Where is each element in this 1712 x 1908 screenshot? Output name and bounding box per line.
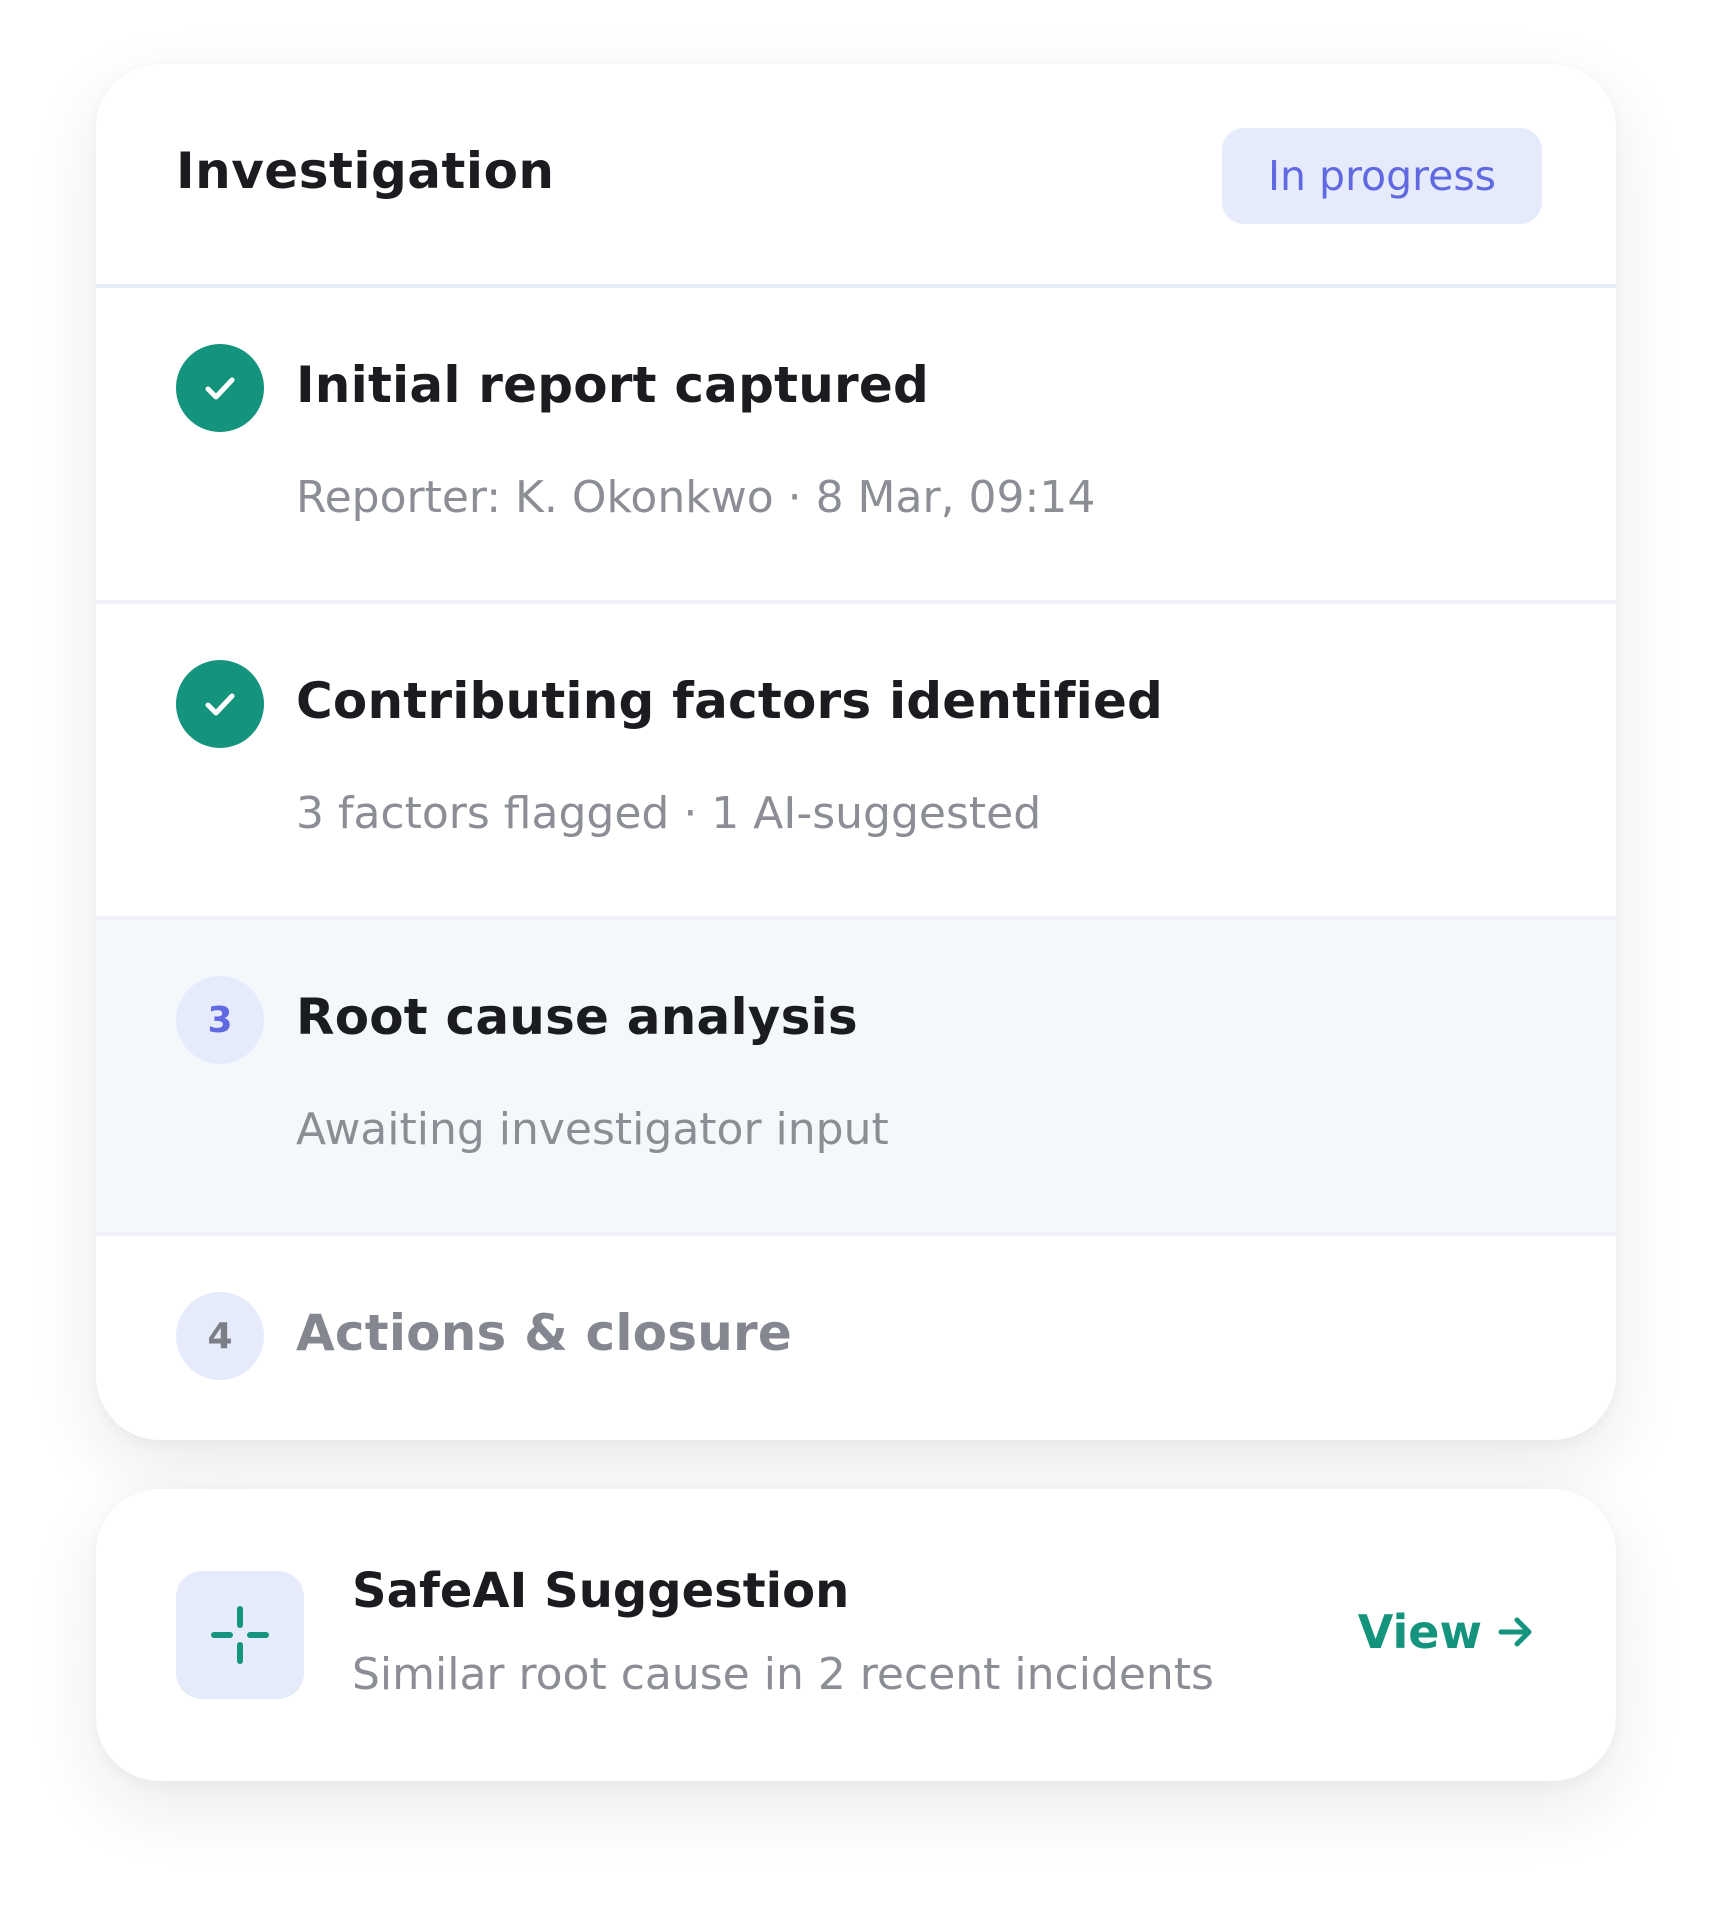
step-root-cause-analysis[interactable]: 3 Root cause analysis Awaiting investiga… <box>96 920 1616 1236</box>
view-link-label: View <box>1357 1605 1482 1659</box>
arrow-right-icon <box>1498 1617 1532 1647</box>
step-title: Initial report captured <box>296 356 929 414</box>
suggestion-icon-tile <box>176 1571 304 1699</box>
step-subtitle: Reporter: K. Okonkwo · 8 Mar, 09:14 <box>296 472 1096 523</box>
step-number: 3 <box>207 999 233 1041</box>
step-number-indicator: 4 <box>176 1292 264 1380</box>
step-complete-indicator <box>176 660 264 748</box>
view-suggestion-link[interactable]: View <box>1358 1605 1536 1659</box>
step-number: 4 <box>207 1315 233 1357</box>
suggestion-card: SafeAI Suggestion Similar root cause in … <box>96 1489 1616 1781</box>
step-title: Actions & closure <box>296 1304 792 1362</box>
investigation-title: Investigation <box>176 142 555 200</box>
step-title: Root cause analysis <box>296 988 858 1046</box>
step-number-indicator: 3 <box>176 976 264 1064</box>
suggestion-subtitle: Similar root cause in 2 recent incidents <box>352 1649 1214 1700</box>
check-icon <box>205 377 235 400</box>
step-initial-report[interactable]: Initial report captured Reporter: K. Oko… <box>96 288 1616 604</box>
step-title: Contributing factors identified <box>296 672 1164 730</box>
suggestion-title: SafeAI Suggestion <box>352 1563 850 1619</box>
step-subtitle: 3 factors flagged · 1 AI-suggested <box>296 788 1042 839</box>
investigation-card: Investigation In progress Initial report… <box>96 64 1616 1440</box>
step-contributing-factors[interactable]: Contributing factors identified 3 factor… <box>96 604 1616 920</box>
investigation-header: Investigation In progress <box>96 64 1616 288</box>
check-icon <box>205 693 235 716</box>
sparkle-icon <box>211 1606 269 1664</box>
status-badge: In progress <box>1222 128 1542 224</box>
step-subtitle: Awaiting investigator input <box>296 1104 889 1155</box>
step-complete-indicator <box>176 344 264 432</box>
step-actions-closure[interactable]: 4 Actions & closure <box>96 1236 1616 1440</box>
